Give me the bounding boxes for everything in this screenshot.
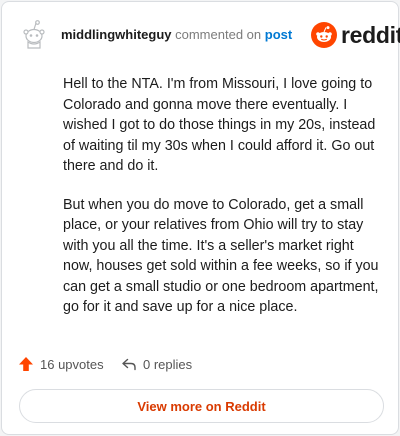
upvote-count: 16 upvotes	[40, 356, 104, 372]
comment-body: Hell to the NTA. I'm from Missouri, I lo…	[63, 74, 383, 336]
reddit-logo-icon	[311, 22, 337, 48]
upvote-button[interactable]: 16 upvotes	[18, 352, 104, 376]
brand-wordmark: reddit	[341, 21, 400, 48]
comment-header: middlingwhiteguy commented on post reddi…	[2, 2, 400, 66]
upvote-arrow-icon	[19, 357, 33, 371]
username-link[interactable]: middlingwhiteguy	[61, 27, 172, 42]
comment-paragraph: But when you do move to Colorado, get a …	[63, 196, 379, 316]
reddit-logo[interactable]: reddit	[311, 20, 400, 50]
action-text: commented on	[175, 27, 262, 42]
embed-card: middlingwhiteguy commented on post reddi…	[1, 1, 400, 435]
reply-button[interactable]: 0 replies	[121, 352, 192, 376]
comment-paragraph: Hell to the NTA. I'm from Missouri, I lo…	[63, 76, 376, 174]
post-link[interactable]: post	[265, 27, 292, 42]
reply-arrow-icon	[122, 358, 136, 371]
comment-meta: middlingwhiteguy commented on post	[61, 27, 292, 43]
reply-count: 0 replies	[143, 356, 193, 372]
comment-actions: 16 upvotes 0 replies	[18, 352, 378, 376]
view-more-button[interactable]: View more on Reddit	[19, 389, 384, 423]
snoo-avatar-icon[interactable]	[18, 18, 50, 50]
